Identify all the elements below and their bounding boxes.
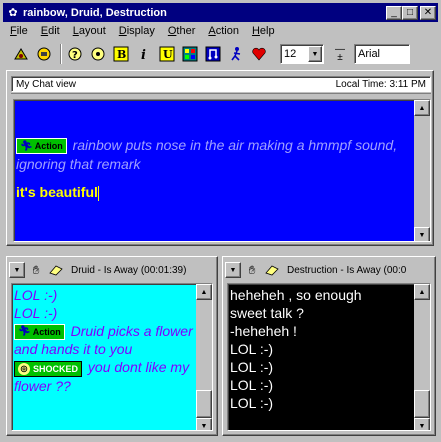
chat-message-text: it's beautiful: [16, 184, 98, 200]
menu-file[interactable]: File: [3, 25, 34, 37]
menu-help[interactable]: Help: [245, 25, 281, 37]
chat-message: it's beautiful: [16, 184, 416, 201]
shocked-message: ◎ SHOCKED you dont like my flower ??: [14, 358, 194, 394]
scroll-up-icon[interactable]: ▲: [414, 284, 430, 300]
action-badge: 🏃︎ Action: [16, 138, 67, 155]
right-chat-panel: ▼ ✋︎ Destruction - Is Away (00:0 heheheh…: [222, 256, 436, 436]
eraser-icon[interactable]: [263, 262, 281, 278]
hand-icon[interactable]: ✋︎: [243, 262, 261, 278]
menu-bar: File Edit Layout Display Other Action He…: [3, 22, 438, 40]
chat-line: heheheh , so enough: [230, 287, 362, 303]
divider: [11, 93, 431, 98]
shocked-badge-label: SHOCKED: [33, 363, 79, 374]
window-title: rainbow, Druid, Destruction: [23, 6, 167, 19]
running-man-icon: 🏃︎: [20, 140, 33, 152]
music-icon[interactable]: [203, 44, 223, 64]
italic-icon[interactable]: i: [134, 44, 154, 64]
scroll-thumb[interactable]: [196, 390, 212, 418]
font-size-select[interactable]: 12 ▼: [280, 44, 324, 64]
svg-text:i: i: [141, 48, 146, 62]
send-icon[interactable]: [11, 44, 31, 64]
right-scrollbar[interactable]: ▲ ▼: [414, 284, 430, 430]
menu-action[interactable]: Action: [201, 25, 245, 37]
svg-text:U: U: [163, 48, 173, 61]
scroll-track: [196, 300, 212, 390]
app-icon[interactable]: ✿: [6, 6, 20, 20]
close-button[interactable]: ✕: [420, 5, 436, 20]
main-chat-view[interactable]: 🏃︎ Action rainbow puts nose in the air ma…: [13, 99, 431, 242]
scroll-track: [414, 116, 430, 227]
chevron-down-icon[interactable]: ▼: [308, 46, 322, 62]
toolbar-separator: [60, 44, 62, 64]
action-badge-label: Action: [34, 140, 63, 151]
chat-line: LOL :-): [230, 341, 274, 357]
line-spacing-stepper[interactable]: — ±: [330, 44, 350, 64]
left-chat-name: Druid - Is Away (00:01:39): [71, 264, 187, 276]
chat-line: LOL :-): [14, 287, 58, 303]
chat-line: LOL :-): [230, 359, 274, 375]
away-icon[interactable]: [34, 44, 54, 64]
action-badge-label: Action: [32, 327, 61, 338]
chevron-down-icon[interactable]: ▼: [9, 262, 25, 278]
menu-display[interactable]: Display: [112, 25, 161, 37]
color-palette-icon[interactable]: [180, 44, 200, 64]
right-chat-header: ▼ ✋︎ Destruction - Is Away (00:0: [225, 259, 433, 281]
right-chat-view[interactable]: heheheh , so enough sweet talk ? -hehehe…: [227, 283, 431, 431]
left-scrollbar[interactable]: ▲ ▼: [196, 284, 212, 430]
scroll-up-icon[interactable]: ▲: [196, 284, 212, 300]
menu-edit[interactable]: Edit: [34, 25, 66, 37]
title-bar: ✿ rainbow, Druid, Destruction _ □ ✕: [3, 3, 438, 22]
bold-icon[interactable]: B: [111, 44, 131, 64]
chat-line: LOL :-): [14, 305, 58, 321]
main-chat-header: My Chat view Local Time: 3:11 PM: [11, 76, 431, 92]
chevron-down-icon[interactable]: ▼: [225, 262, 241, 278]
main-scrollbar[interactable]: ▲ ▼: [414, 100, 430, 241]
chat-line: sweet talk ?: [230, 305, 304, 321]
left-chat-view[interactable]: LOL :-) LOL :-) 🏃︎ Action Druid picks a f…: [11, 283, 213, 431]
menu-layout[interactable]: Layout: [66, 25, 112, 37]
main-chat-panel: My Chat view Local Time: 3:11 PM 🏃︎ Actio…: [6, 70, 434, 246]
heart-icon[interactable]: [249, 44, 269, 64]
font-name-field[interactable]: Arial: [354, 44, 410, 64]
action-message: 🏃︎ Action Druid picks a flower and hands …: [14, 322, 194, 358]
chat-line: LOL :-): [230, 395, 274, 411]
scroll-down-icon[interactable]: ▼: [414, 227, 430, 241]
hand-icon[interactable]: ✋︎: [27, 262, 45, 278]
action-badge: 🏃︎ Action: [14, 324, 65, 341]
action-message: 🏃︎ Action rainbow puts nose in the air ma…: [16, 136, 416, 174]
scroll-down-icon[interactable]: ▼: [414, 418, 430, 430]
svg-text:B: B: [117, 48, 126, 61]
main-chat-title: My Chat view: [16, 78, 77, 90]
minimize-button[interactable]: _: [386, 5, 402, 20]
decrease-icon[interactable]: ±: [337, 53, 343, 63]
scroll-thumb[interactable]: [414, 390, 430, 418]
toolbar: ? B i U 12 ▼ — ± Arial: [3, 41, 438, 67]
scroll-down-icon[interactable]: ▼: [196, 418, 212, 430]
chat-line: LOL :-): [230, 377, 274, 393]
question-icon[interactable]: ?: [65, 44, 85, 64]
action-text: rainbow puts nose in the air making a hm…: [16, 137, 398, 172]
scroll-track: [414, 300, 430, 390]
local-time: Local Time: 3:11 PM: [335, 78, 426, 90]
chat-line: -heheheh !: [230, 323, 297, 339]
maximize-button[interactable]: □: [402, 5, 418, 20]
right-chat-name: Destruction - Is Away (00:0: [287, 264, 407, 276]
left-chat-panel: ▼ ✋︎ Druid - Is Away (00:01:39) LOL :-) …: [6, 256, 218, 436]
search-person-icon[interactable]: [88, 44, 108, 64]
running-man-icon: 🏃︎: [18, 326, 31, 338]
menu-other[interactable]: Other: [161, 25, 202, 37]
shocked-face-icon: ◎: [18, 362, 30, 375]
svg-text:?: ?: [72, 50, 78, 61]
left-chat-header: ▼ ✋︎ Druid - Is Away (00:01:39): [9, 259, 215, 281]
shocked-badge: ◎ SHOCKED: [14, 360, 83, 377]
font-size-value: 12: [284, 48, 297, 60]
underline-icon[interactable]: U: [157, 44, 177, 64]
scroll-up-icon[interactable]: ▲: [414, 100, 430, 116]
action-icon[interactable]: [226, 44, 246, 64]
eraser-icon[interactable]: [47, 262, 65, 278]
